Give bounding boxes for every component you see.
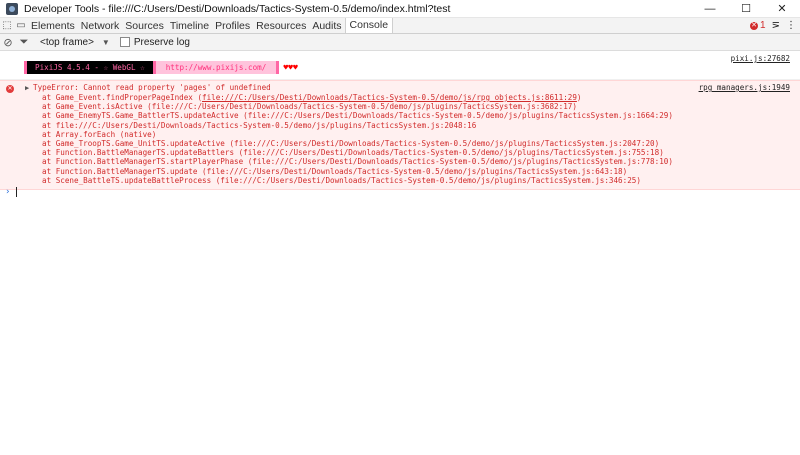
stack-trace-line: at Array.forEach (native): [42, 129, 157, 139]
console-input-caret[interactable]: [16, 187, 17, 197]
stack-trace-link[interactable]: file:///C:/Users/Desti/Downloads/Tactics…: [202, 93, 577, 102]
banner-edge: [276, 61, 280, 74]
console-message-pixi: pixi.js:27682 PixiJS 4.5.4 - ☆ WebGL ☆ h…: [0, 51, 800, 80]
device-mode-icon[interactable]: ▭: [14, 19, 28, 33]
stack-trace-line: at Game_TroopTS.Game_UnitTS.updateActive…: [42, 138, 660, 148]
tab-network[interactable]: Network: [78, 20, 123, 32]
minimize-button[interactable]: —: [692, 0, 728, 17]
error-icon: ✕: [6, 85, 14, 93]
maximize-button[interactable]: ☐: [728, 0, 764, 17]
preserve-log-checkbox[interactable]: [119, 37, 130, 47]
expand-triangle-icon[interactable]: ▶: [25, 84, 29, 92]
drawer-toggle-icon[interactable]: ⋝: [772, 20, 780, 31]
stack-trace-line: at Function.BattleManagerTS.updateBattle…: [42, 148, 664, 158]
console-message-error: ✕ rpg_managers.js:1949 ▶ TypeError: Cann…: [0, 80, 800, 190]
console-prompt-icon: ›: [6, 187, 10, 197]
banner-version: PixiJS 4.5.4 - ☆ WebGL ☆: [27, 61, 153, 74]
error-icon: ✕: [750, 21, 759, 30]
panel-tab-bar: ⬚ ▭ Elements Network Sources Timeline Pr…: [0, 18, 800, 34]
stack-trace-line: at Scene_BattleTS.updateBattleProcess (f…: [42, 175, 641, 185]
source-link-error[interactable]: rpg_managers.js:1949: [699, 83, 790, 92]
devtools-app-icon: [6, 2, 18, 15]
preserve-log-label: Preserve log: [133, 36, 190, 48]
tab-elements[interactable]: Elements: [28, 20, 78, 32]
console-output: pixi.js:27682 PixiJS 4.5.4 - ☆ WebGL ☆ h…: [0, 51, 800, 455]
stack-trace-line: at Game_Event.findProperPageIndex (file:…: [42, 93, 582, 102]
window-title: Developer Tools - file:///C:/Users/Desti…: [24, 2, 451, 15]
banner-url: http://www.pixijs.com/: [155, 61, 277, 74]
window-title-bar: Developer Tools - file:///C:/Users/Desti…: [0, 0, 800, 18]
close-button[interactable]: ✕: [764, 0, 800, 17]
clear-console-icon[interactable]: ⊘: [0, 34, 16, 50]
frame-select[interactable]: <top frame>: [40, 37, 94, 48]
pixi-banner: PixiJS 4.5.4 - ☆ WebGL ☆ http://www.pixi…: [24, 61, 298, 74]
error-count-badge[interactable]: ✕ 1: [750, 20, 766, 31]
tab-resources[interactable]: Resources: [253, 20, 309, 32]
stack-trace-line: at Function.BattleManagerTS.startPlayerP…: [42, 157, 673, 167]
filter-icon[interactable]: ⏷: [16, 34, 32, 50]
window-controls: — ☐ ✕: [692, 0, 800, 17]
source-link-pixi[interactable]: pixi.js:27682: [731, 54, 790, 63]
error-count: 1: [760, 20, 766, 31]
tab-timeline[interactable]: Timeline: [167, 20, 212, 32]
tab-sources[interactable]: Sources: [122, 20, 167, 32]
more-options-icon[interactable]: ⋮: [786, 20, 796, 31]
tab-audits[interactable]: Audits: [309, 20, 344, 32]
error-message: TypeError: Cannot read property 'pages' …: [33, 83, 271, 92]
banner-hearts: ♥♥♥: [283, 63, 298, 72]
stack-trace-line: at file:///C:/Users/Desti/Downloads/Tact…: [42, 120, 477, 130]
inspect-element-icon[interactable]: ⬚: [0, 19, 14, 33]
tab-console[interactable]: Console: [344, 18, 394, 33]
stack-trace-line: at Game_Event.isActive (file:///C:/Users…: [42, 102, 577, 112]
console-toolbar: ⊘ ⏷ <top frame> ▼ Preserve log: [0, 34, 800, 51]
chevron-down-icon[interactable]: ▼: [102, 38, 110, 47]
stack-trace-line: at Function.BattleManagerTS.update (file…: [42, 166, 628, 176]
tab-profiles[interactable]: Profiles: [212, 20, 253, 32]
tab-bar-right: ✕ 1 ⋝ ⋮: [750, 18, 796, 33]
stack-trace: at Game_Event.findProperPageIndex (file:…: [42, 93, 673, 185]
stack-trace-line: at Game_EnemyTS.Game_BattlerTS.updateAct…: [42, 111, 673, 121]
